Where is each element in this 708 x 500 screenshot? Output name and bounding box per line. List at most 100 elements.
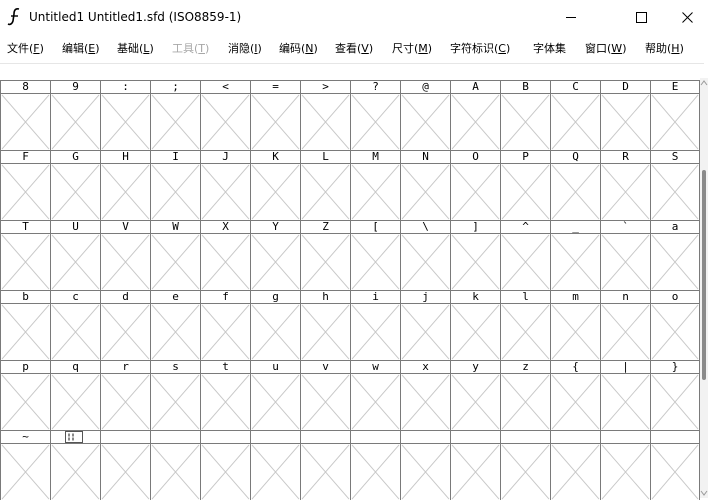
- glyph-cell[interactable]: [400, 93, 450, 150]
- glyph-label[interactable]: I: [150, 150, 200, 163]
- glyph-cell[interactable]: [50, 303, 100, 360]
- glyph-cell[interactable]: [100, 93, 150, 150]
- glyph-label[interactable]: b: [0, 290, 50, 303]
- glyph-cell[interactable]: [500, 233, 550, 290]
- glyph-label[interactable]: Z: [300, 220, 350, 233]
- menu-item-11[interactable]: 帮助(H): [645, 40, 684, 56]
- glyph-label[interactable]: [100, 430, 150, 443]
- glyph-cell[interactable]: [400, 163, 450, 220]
- glyph-cell[interactable]: [150, 233, 200, 290]
- glyph-label[interactable]: d: [100, 290, 150, 303]
- glyph-label[interactable]: l: [500, 290, 550, 303]
- glyph-cell[interactable]: [550, 93, 600, 150]
- menu-item-4[interactable]: 消隐(I): [228, 40, 262, 56]
- glyph-cell[interactable]: [600, 233, 650, 290]
- glyph-cell[interactable]: [450, 373, 500, 430]
- glyph-cell[interactable]: [450, 163, 500, 220]
- glyph-label[interactable]: r: [100, 360, 150, 373]
- glyph-cell[interactable]: [400, 373, 450, 430]
- glyph-cell[interactable]: [500, 443, 550, 500]
- glyph-label[interactable]: \: [400, 220, 450, 233]
- glyph-cell[interactable]: [300, 303, 350, 360]
- glyph-label[interactable]: [350, 430, 400, 443]
- glyph-cell[interactable]: [300, 233, 350, 290]
- glyph-label[interactable]: 8: [0, 80, 50, 93]
- glyph-cell[interactable]: [550, 373, 600, 430]
- glyph-cell[interactable]: [450, 303, 500, 360]
- glyph-cell[interactable]: [0, 443, 50, 500]
- glyph-cell[interactable]: [600, 163, 650, 220]
- glyph-label[interactable]: [250, 430, 300, 443]
- glyph-cell[interactable]: [650, 443, 699, 500]
- glyph-label[interactable]: p: [0, 360, 50, 373]
- glyph-cell[interactable]: [350, 373, 400, 430]
- glyph-label[interactable]: x: [400, 360, 450, 373]
- glyph-cell[interactable]: [600, 93, 650, 150]
- minimize-button[interactable]: [548, 0, 594, 34]
- close-button[interactable]: [664, 0, 708, 34]
- menu-item-3[interactable]: 工具(T): [172, 40, 209, 56]
- glyph-cell[interactable]: [500, 163, 550, 220]
- glyph-cell[interactable]: [550, 303, 600, 360]
- glyph-cell[interactable]: [600, 303, 650, 360]
- glyph-cell[interactable]: [150, 443, 200, 500]
- glyph-label[interactable]: h: [300, 290, 350, 303]
- glyph-label[interactable]: q: [50, 360, 100, 373]
- glyph-label[interactable]: n: [600, 290, 650, 303]
- glyph-cell[interactable]: [0, 233, 50, 290]
- glyph-cell[interactable]: [550, 443, 600, 500]
- glyph-label[interactable]: z: [500, 360, 550, 373]
- glyph-label[interactable]: [400, 430, 450, 443]
- glyph-cell[interactable]: [350, 93, 400, 150]
- glyph-label[interactable]: H: [100, 150, 150, 163]
- glyph-label[interactable]: [600, 430, 650, 443]
- glyph-cell[interactable]: [350, 443, 400, 500]
- glyph-label[interactable]: F: [0, 150, 50, 163]
- glyph-label[interactable]: [150, 430, 200, 443]
- glyph-label[interactable]: w: [350, 360, 400, 373]
- glyph-cell[interactable]: [500, 303, 550, 360]
- glyph-cell[interactable]: [50, 373, 100, 430]
- glyph-label[interactable]: <: [200, 80, 250, 93]
- glyph-cell[interactable]: [650, 233, 699, 290]
- glyph-cell[interactable]: [200, 373, 250, 430]
- glyph-cell[interactable]: [400, 443, 450, 500]
- glyph-label[interactable]: 9: [50, 80, 100, 93]
- glyph-cell[interactable]: [100, 163, 150, 220]
- glyph-cell[interactable]: [0, 303, 50, 360]
- glyph-label[interactable]: D: [600, 80, 650, 93]
- glyph-cell[interactable]: [300, 163, 350, 220]
- glyph-cell[interactable]: [450, 93, 500, 150]
- glyph-label[interactable]: t: [200, 360, 250, 373]
- glyph-label[interactable]: _: [550, 220, 600, 233]
- glyph-label[interactable]: L: [300, 150, 350, 163]
- glyph-cell[interactable]: [450, 233, 500, 290]
- glyph-cell[interactable]: [200, 233, 250, 290]
- glyph-label[interactable]: }: [650, 360, 699, 373]
- glyph-cell[interactable]: [500, 373, 550, 430]
- menu-item-7[interactable]: 尺寸(M): [392, 40, 432, 56]
- menu-item-1[interactable]: 编辑(E): [62, 40, 100, 56]
- vertical-scrollbar[interactable]: [700, 78, 708, 498]
- glyph-label[interactable]: [450, 430, 500, 443]
- glyph-cell[interactable]: [250, 443, 300, 500]
- glyph-label[interactable]: [500, 430, 550, 443]
- glyph-cell[interactable]: [50, 93, 100, 150]
- glyph-cell[interactable]: [150, 93, 200, 150]
- glyph-label[interactable]: Q: [550, 150, 600, 163]
- glyph-label[interactable]: M: [350, 150, 400, 163]
- glyph-label[interactable]: U: [50, 220, 100, 233]
- menu-item-2[interactable]: 基础(L): [117, 40, 154, 56]
- glyph-cell[interactable]: [100, 303, 150, 360]
- glyph-label[interactable]: c: [50, 290, 100, 303]
- glyph-label[interactable]: {: [550, 360, 600, 373]
- glyph-label[interactable]: y: [450, 360, 500, 373]
- glyph-cell[interactable]: [100, 233, 150, 290]
- scrollbar-thumb[interactable]: [702, 170, 706, 380]
- glyph-label[interactable]: m: [550, 290, 600, 303]
- glyph-cell[interactable]: [100, 373, 150, 430]
- glyph-label[interactable]: [650, 430, 699, 443]
- glyph-cell[interactable]: [650, 93, 699, 150]
- glyph-label[interactable]: j: [400, 290, 450, 303]
- glyph-label[interactable]: E: [650, 80, 699, 93]
